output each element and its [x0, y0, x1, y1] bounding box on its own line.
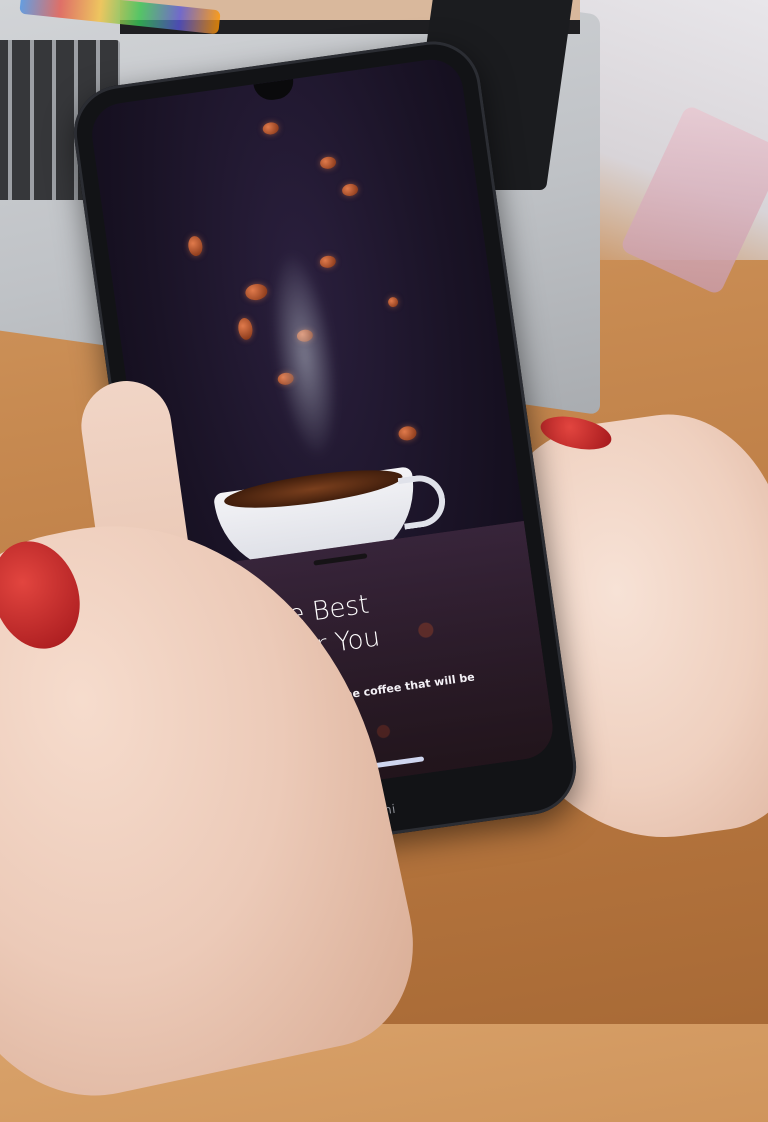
coffee-bean-icon	[387, 296, 399, 308]
front-camera-notch	[253, 78, 296, 103]
coffee-bean-icon	[341, 182, 359, 198]
coffee-bean-icon	[261, 121, 280, 136]
drag-handle[interactable]	[313, 553, 368, 566]
steam	[260, 246, 349, 464]
cup-handle	[397, 472, 449, 530]
coffee-bean-icon	[187, 235, 204, 257]
coffee-bean-icon	[236, 317, 254, 341]
coffee-bean-icon	[397, 425, 418, 442]
coffee-bean-icon	[319, 155, 337, 170]
